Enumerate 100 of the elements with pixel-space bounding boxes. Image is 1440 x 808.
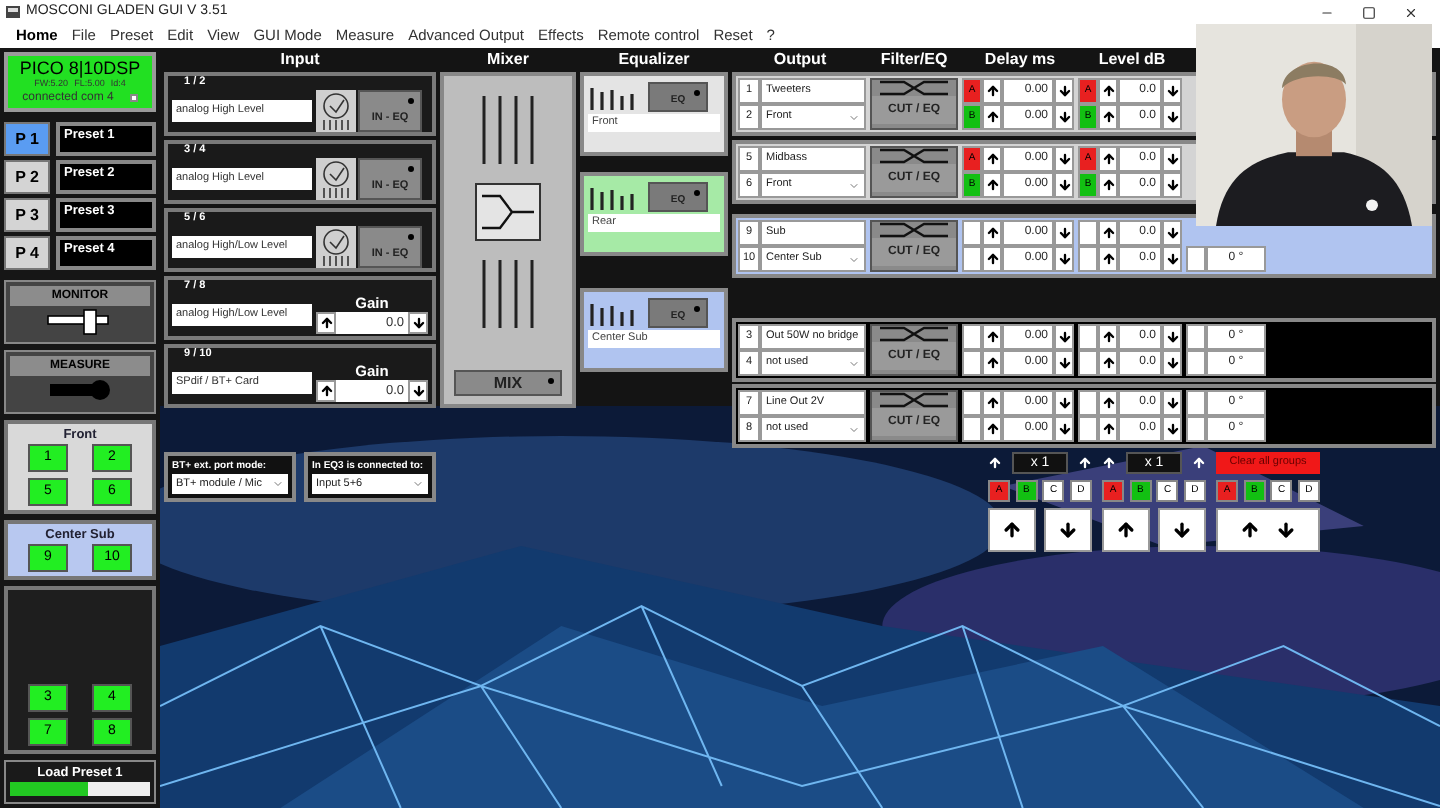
down-button[interactable] (1162, 350, 1182, 376)
up-button[interactable] (1098, 350, 1118, 376)
preset-slot-button[interactable]: P 4 (4, 236, 50, 270)
up-button[interactable] (1098, 78, 1118, 104)
down-arrow-icon (411, 384, 425, 398)
down-arrow-icon (1165, 252, 1179, 266)
preset-slot-button[interactable]: P 3 (4, 198, 50, 232)
down-button[interactable] (1054, 78, 1074, 104)
up-button[interactable] (982, 390, 1002, 416)
down-button[interactable] (1054, 390, 1074, 416)
maximize-icon[interactable] (1362, 5, 1376, 19)
down-button[interactable] (1162, 172, 1182, 198)
down-button[interactable] (1054, 246, 1074, 272)
up-arrow-icon[interactable] (1078, 456, 1092, 470)
phase-toggle[interactable] (1186, 350, 1206, 376)
down-arrow-icon (1165, 84, 1179, 98)
up-arrow-icon[interactable] (1102, 456, 1116, 470)
up-button[interactable] (982, 172, 1002, 198)
down-button[interactable] (1054, 146, 1074, 172)
down-arrow-icon (1057, 178, 1071, 192)
output-column-heading: Delay ms (982, 48, 1058, 72)
up-arrow-icon (1101, 422, 1115, 436)
down-button[interactable] (1158, 508, 1206, 552)
up-button[interactable] (316, 380, 336, 402)
down-button[interactable] (1054, 416, 1074, 442)
up-down-button[interactable] (1216, 508, 1320, 552)
close-icon[interactable] (1404, 5, 1418, 19)
down-arrow-icon (1165, 330, 1179, 344)
up-button[interactable] (982, 324, 1002, 350)
up-arrow-icon (985, 252, 999, 266)
up-button[interactable] (1098, 220, 1118, 246)
down-arrow-icon (1165, 110, 1179, 124)
up-button[interactable] (988, 508, 1036, 552)
down-arrow-icon (1057, 110, 1071, 124)
down-button[interactable] (408, 312, 428, 334)
phase-toggle[interactable] (1186, 324, 1206, 350)
phase-toggle[interactable] (1186, 246, 1206, 272)
up-button[interactable] (1098, 390, 1118, 416)
up-button[interactable] (1098, 172, 1118, 198)
up-arrow-icon (1101, 396, 1115, 410)
output-column-heading: Level dB (1096, 48, 1168, 72)
down-arrow-icon (1057, 252, 1071, 266)
down-arrow-icon (1058, 520, 1078, 540)
down-button[interactable] (1162, 104, 1182, 130)
down-arrow-icon (1057, 396, 1071, 410)
up-button[interactable] (982, 220, 1002, 246)
up-button[interactable] (982, 104, 1002, 130)
down-button[interactable] (1162, 220, 1182, 246)
down-button[interactable] (408, 380, 428, 402)
up-arrow-icon (985, 84, 999, 98)
down-arrow-icon (1165, 226, 1179, 240)
up-button[interactable] (1098, 324, 1118, 350)
down-arrow-icon (1172, 520, 1192, 540)
down-button[interactable] (1054, 104, 1074, 130)
down-button[interactable] (1054, 350, 1074, 376)
down-arrow-icon (1165, 178, 1179, 192)
phase-toggle[interactable] (1186, 390, 1206, 416)
up-arrow-icon (1101, 252, 1115, 266)
down-button[interactable] (1162, 246, 1182, 272)
phase-toggle[interactable] (1186, 416, 1206, 442)
down-arrow-icon (1165, 422, 1179, 436)
down-button[interactable] (1162, 324, 1182, 350)
up-arrow-icon (319, 384, 333, 398)
device-name: PICO 8|10DSP (19, 58, 141, 78)
chevron-icon (848, 253, 860, 265)
up-arrow-icon (1101, 226, 1115, 240)
up-arrow-icon[interactable] (988, 456, 1002, 470)
up-arrow-icon (1101, 84, 1115, 98)
down-button[interactable] (1054, 220, 1074, 246)
up-button[interactable] (1098, 146, 1118, 172)
up-arrow-icon (1240, 520, 1260, 540)
up-button[interactable] (316, 312, 336, 334)
up-arrow-icon (1002, 520, 1022, 540)
up-button[interactable] (1098, 416, 1118, 442)
up-arrow-icon (985, 356, 999, 370)
down-button[interactable] (1054, 324, 1074, 350)
crossover-icon (880, 222, 948, 238)
up-arrow-icon (319, 316, 333, 330)
up-button[interactable] (982, 350, 1002, 376)
mixer-heading: Mixer (485, 48, 531, 72)
down-button[interactable] (1162, 416, 1182, 442)
down-button[interactable] (1044, 508, 1092, 552)
preset-slot-button[interactable]: P 1 (4, 122, 50, 156)
up-arrow-icon (1101, 152, 1115, 166)
down-button[interactable] (1162, 78, 1182, 104)
up-button[interactable] (1098, 246, 1118, 272)
up-arrow-icon[interactable] (1192, 456, 1206, 470)
up-button[interactable] (1102, 508, 1150, 552)
up-button[interactable] (982, 246, 1002, 272)
up-button[interactable] (982, 146, 1002, 172)
down-arrow-icon (1165, 396, 1179, 410)
up-button[interactable] (1098, 104, 1118, 130)
mix-button[interactable]: MIX (454, 370, 562, 396)
up-button[interactable] (982, 416, 1002, 442)
down-button[interactable] (1162, 146, 1182, 172)
preset-slot-button[interactable]: P 2 (4, 160, 50, 194)
down-button[interactable] (1054, 172, 1074, 198)
down-button[interactable] (1162, 390, 1182, 416)
up-arrow-icon (1101, 356, 1115, 370)
up-button[interactable] (982, 78, 1002, 104)
